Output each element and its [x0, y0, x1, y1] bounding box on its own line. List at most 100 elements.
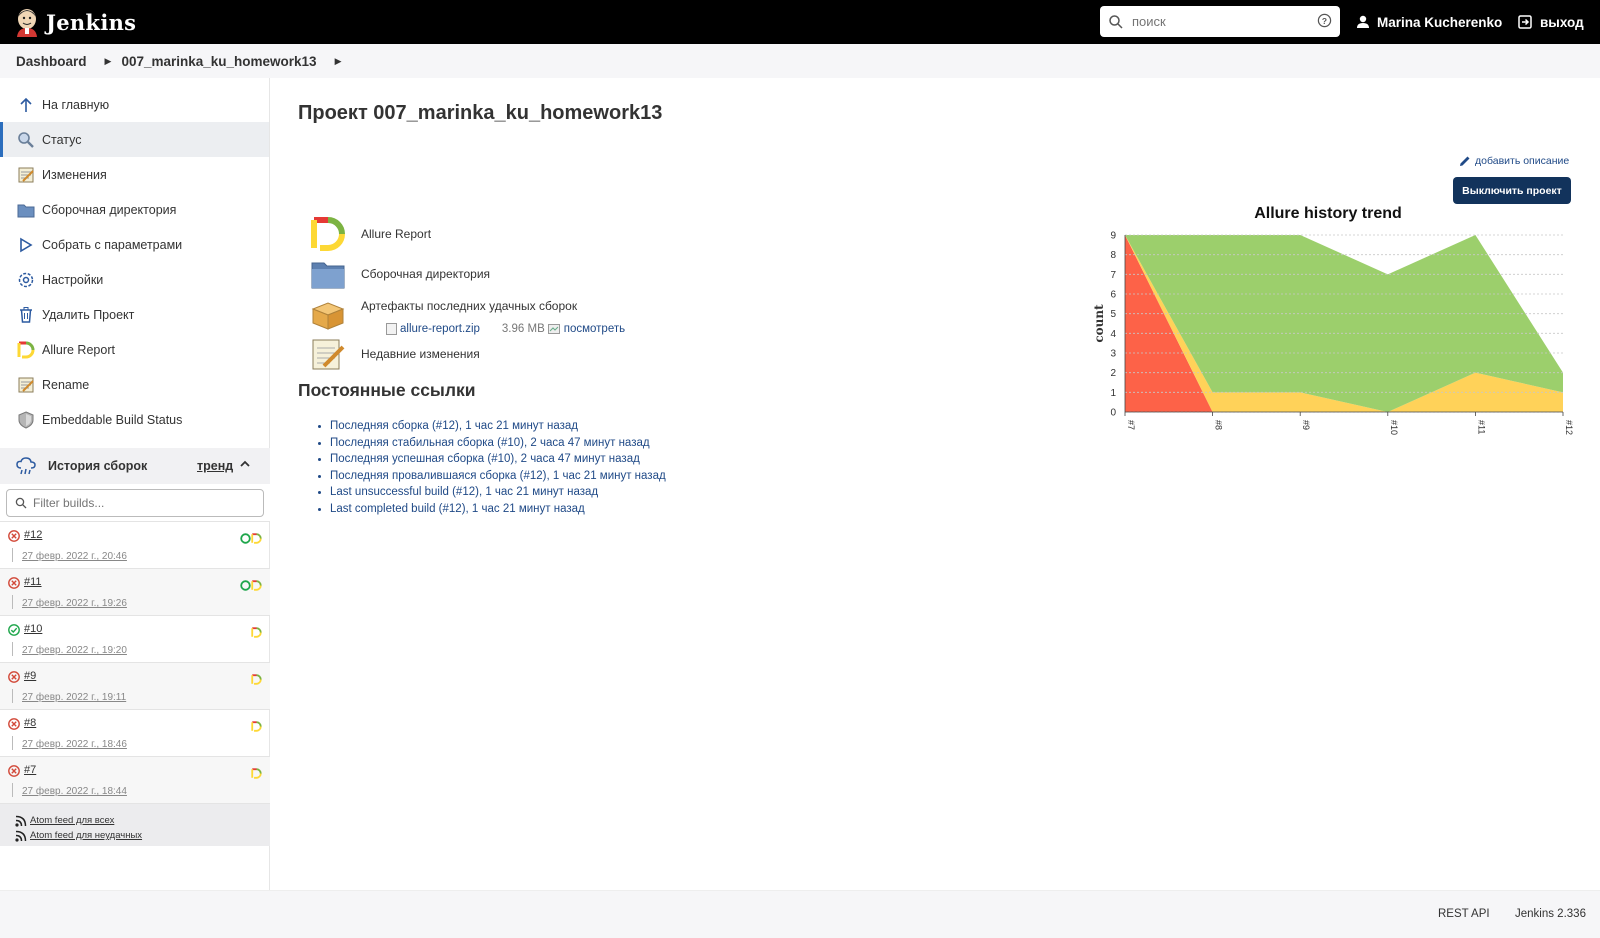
build-number-link[interactable]: #12	[24, 529, 42, 541]
failed-status-icon	[8, 718, 20, 730]
build-date-link[interactable]: 27 февр. 2022 г., 19:26	[22, 598, 127, 609]
rss-icon	[15, 815, 27, 827]
build-date-link[interactable]: 27 февр. 2022 г., 18:44	[22, 786, 127, 797]
logout-button[interactable]: выход	[1518, 0, 1584, 44]
task-rename[interactable]: Rename	[0, 367, 269, 402]
page-title: Проект 007_marinka_ku_homework13	[298, 102, 663, 124]
permalinks-title: Постоянные ссылки	[298, 380, 476, 400]
rest-api-link[interactable]: REST API	[1438, 908, 1490, 920]
chart-title: Allure history trend	[1254, 205, 1402, 222]
build-number-link[interactable]: #9	[24, 670, 36, 682]
build-divider	[12, 783, 13, 797]
allure-report-link[interactable]: Allure Report	[310, 216, 431, 252]
x-tick-label: #12	[1564, 420, 1573, 435]
allure-badge-icon[interactable]	[251, 626, 262, 641]
build-date-link[interactable]: 27 февр. 2022 г., 19:20	[22, 645, 127, 656]
jenkins-version-link[interactable]: Jenkins 2.336	[1515, 908, 1586, 920]
build-divider	[12, 595, 13, 609]
fingerprint-icon[interactable]	[547, 324, 560, 334]
breadcrumb-project[interactable]: 007_marinka_ku_homework13	[121, 54, 316, 69]
jenkins-logo[interactable]: Jenkins	[14, 7, 136, 37]
build-number-link[interactable]: #8	[24, 717, 36, 729]
task-list: На главную Статус Изменения Сборочная ди…	[0, 78, 269, 437]
build-number-link[interactable]: #10	[24, 623, 42, 635]
allure-badge-icon[interactable]	[251, 767, 262, 782]
task-build-with-parameters[interactable]: Собрать с параметрами	[0, 227, 269, 262]
task-status[interactable]: Статус	[0, 122, 269, 157]
task-configure[interactable]: Настройки	[0, 262, 269, 297]
breadcrumb-separator-icon[interactable]: ▶	[335, 56, 342, 67]
trend-link[interactable]: тренд	[197, 459, 233, 473]
task-delete-project[interactable]: Удалить Проект	[0, 297, 269, 332]
task-label: Изменения	[42, 167, 107, 182]
build-history: История сборок тренд #12 27 февр. 2022 г.…	[0, 448, 270, 846]
permalink-last-successful[interactable]: Последняя успешная сборка (#10), 2 часа …	[330, 453, 640, 465]
task-home[interactable]: На главную	[0, 87, 269, 122]
user-menu[interactable]: Marina Kucherenko	[1356, 0, 1502, 44]
build-history-title: История сборок	[48, 459, 148, 473]
search-box: ?	[1100, 6, 1340, 37]
build-row: #8 27 февр. 2022 г., 18:46	[0, 709, 270, 756]
y-tick-label: 8	[1110, 250, 1116, 261]
permalink-last-build[interactable]: Последняя сборка (#12), 1 час 21 минут н…	[330, 420, 578, 432]
atom-feed-all-link[interactable]: Atom feed для всех	[30, 815, 114, 826]
footer: REST API Jenkins 2.336	[0, 890, 1600, 938]
permalink-last-stable[interactable]: Последняя стабильная сборка (#10), 2 час…	[330, 437, 650, 449]
y-tick-label: 0	[1110, 408, 1116, 419]
breadcrumb-dashboard[interactable]: Dashboard	[16, 54, 87, 69]
pencil-icon	[1460, 156, 1470, 166]
x-tick-label: #11	[1476, 420, 1486, 434]
build-number-link[interactable]: #7	[24, 764, 36, 776]
workspace-link[interactable]: Сборочная директория	[310, 256, 490, 292]
y-tick-label: 2	[1110, 368, 1116, 379]
arrow-up-icon	[16, 95, 36, 115]
build-row: #10 27 февр. 2022 г., 19:20	[0, 615, 270, 662]
build-number-link[interactable]: #11	[24, 576, 42, 588]
add-description-link[interactable]: добавить описание	[1458, 154, 1569, 168]
task-label: Настройки	[42, 272, 104, 287]
allure-badge-icon[interactable]	[240, 532, 262, 547]
permalink-item: Последняя провалившаяся сборка (#12), 1 …	[330, 470, 666, 487]
allure-history-trend-chart[interactable]: Allure history trend 0 1 2 3 4 5 6 7 8 9 #7 #8 #9 #10 #…	[1093, 205, 1573, 455]
allure-badge-icon[interactable]	[240, 579, 262, 594]
breadcrumb-separator-icon[interactable]: ▶	[105, 56, 112, 67]
build-date-link[interactable]: 27 февр. 2022 г., 19:11	[22, 692, 126, 703]
task-workspace[interactable]: Сборочная директория	[0, 192, 269, 227]
search-input[interactable]	[1132, 14, 1312, 29]
y-axis-label: count	[1093, 304, 1106, 343]
artifact-size: 3.96 MB	[501, 323, 545, 335]
permalink-last-completed[interactable]: Last completed build (#12), 1 час 21 мин…	[330, 503, 585, 515]
build-date-link[interactable]: 27 февр. 2022 г., 20:46	[22, 551, 127, 562]
logout-label: выход	[1540, 14, 1584, 30]
y-tick-label: 9	[1110, 231, 1116, 242]
task-label: Сборочная директория	[42, 202, 177, 217]
build-divider	[12, 642, 13, 656]
build-list: #12 27 февр. 2022 г., 20:46 #11 27 февр. 20…	[0, 521, 270, 803]
permalink-last-failed[interactable]: Последняя провалившаяся сборка (#12), 1 …	[330, 470, 666, 482]
allure-badge-icon[interactable]	[251, 720, 262, 735]
artifact-file-link[interactable]: allure-report.zip	[400, 323, 480, 335]
build-history-header: История сборок тренд	[0, 448, 270, 484]
svg-text:?: ?	[1322, 16, 1327, 26]
chevron-up-icon[interactable]	[238, 457, 252, 471]
atom-feed-failed-link[interactable]: Atom feed для неудачных	[30, 830, 142, 841]
permalink-item: Last unsuccessful build (#12), 1 час 21 …	[330, 486, 666, 503]
recent-changes-link[interactable]: Недавние изменения	[310, 336, 480, 372]
build-row: #7 27 февр. 2022 г., 18:44	[0, 756, 270, 803]
permalink-item: Последняя сборка (#12), 1 час 21 минут н…	[330, 420, 666, 437]
allure-badge-icon[interactable]	[251, 673, 262, 688]
permalink-item: Last completed build (#12), 1 час 21 мин…	[330, 503, 666, 520]
help-icon[interactable]: ?	[1317, 13, 1332, 28]
search-icon	[15, 497, 27, 509]
task-changes[interactable]: Изменения	[0, 157, 269, 192]
filter-builds-input[interactable]	[33, 496, 253, 510]
artifact-view-link[interactable]: посмотреть	[564, 323, 625, 335]
build-date-link[interactable]: 27 февр. 2022 г., 18:46	[22, 739, 127, 750]
permalink-last-unsuccessful[interactable]: Last unsuccessful build (#12), 1 час 21 …	[330, 486, 598, 498]
jenkins-butler-icon	[14, 7, 40, 37]
task-embeddable-build-status[interactable]: Embeddable Build Status	[0, 402, 269, 437]
gear-icon	[16, 270, 36, 290]
disable-project-button[interactable]: Выключить проект	[1453, 177, 1571, 204]
failed-status-icon	[8, 671, 20, 683]
task-allure-report[interactable]: Allure Report	[0, 332, 269, 367]
